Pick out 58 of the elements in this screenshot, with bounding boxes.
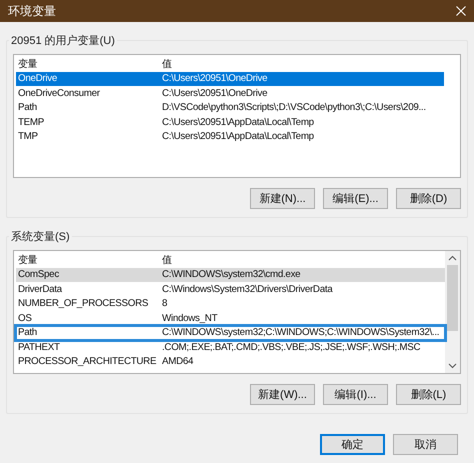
- scroll-down-icon[interactable]: [448, 361, 457, 370]
- scroll-thumb[interactable]: [447, 265, 458, 331]
- list-row[interactable]: OneDrive C:\Users\20951\OneDrive: [16, 72, 444, 86]
- list-row[interactable]: Path D:\VSCode\python3\Scripts\;D:\VSCode\python3\;C:\Users\209...: [16, 100, 444, 115]
- action-button[interactable]: 新建(W)...: [250, 384, 315, 405]
- variable-name: OneDriveConsumer: [17, 88, 101, 99]
- variable-value: C:\Windows\System32\Drivers\DriverData: [161, 284, 334, 295]
- list-row[interactable]: OS Windows_NT: [16, 311, 445, 326]
- column-header[interactable]: 变量: [16, 58, 160, 71]
- variable-value: C:\Users\20951\OneDrive: [161, 88, 268, 99]
- cancel-button[interactable]: 取消: [393, 434, 458, 455]
- highlighted-list-row[interactable]: Path C:\WINDOWS\system32;C:\WINDOWS;C:\WINDOWS\System32\...: [16, 326, 445, 340]
- group-label: 系统变量(S): [9, 229, 72, 244]
- close-icon[interactable]: [456, 6, 466, 16]
- column-header[interactable]: 值: [160, 58, 444, 71]
- action-button[interactable]: 删除(L): [396, 384, 461, 405]
- variable-name: PATHEXT: [17, 342, 61, 353]
- variable-name: TMP: [17, 131, 39, 142]
- variable-value: C:\Users\20951\AppData\Local\Temp: [161, 131, 315, 142]
- list-row[interactable]: TMP C:\Users\20951\AppData\Local\Temp: [16, 130, 444, 144]
- group-label: 20951 的用户变量(U): [9, 33, 117, 48]
- list-row[interactable]: OneDriveConsumer C:\Users\20951\OneDrive: [16, 86, 444, 100]
- variable-name: OneDrive: [17, 73, 58, 84]
- scrollbar[interactable]: [445, 251, 460, 373]
- list-row[interactable]: NUMBER_OF_PROCESSORS 8: [16, 296, 445, 311]
- variable-value: Windows_NT: [161, 312, 218, 324]
- list-row[interactable]: TEMP C:\Users\20951\AppData\Local\Temp: [16, 115, 444, 130]
- list-row[interactable]: PROCESSOR_ARCHITECTURE AMD64: [16, 354, 445, 369]
- variable-name: NUMBER_OF_PROCESSORS: [17, 298, 150, 310]
- list-row[interactable]: ComSpec C:\WINDOWS\system32\cmd.exe: [16, 268, 445, 282]
- variable-name: Path: [17, 327, 38, 338]
- variable-name: TEMP: [17, 116, 46, 128]
- variable-name: DriverData: [17, 284, 63, 295]
- variable-value: C:\WINDOWS\system32\cmd.exe: [161, 269, 302, 280]
- ok-button[interactable]: 确定: [320, 434, 385, 455]
- variable-value: .COM;.EXE;.BAT;.CMD;.VBS;.VBE;.JS;.JSE;.WSF;.WSH;.MSC: [161, 342, 422, 353]
- variable-value: AMD64: [161, 356, 194, 368]
- action-button[interactable]: 删除(D): [396, 188, 461, 209]
- variable-name: OS: [17, 312, 33, 324]
- action-button[interactable]: 新建(N)...: [250, 188, 315, 209]
- variable-list[interactable]: [13, 250, 461, 374]
- variable-name: ComSpec: [17, 269, 60, 280]
- column-header[interactable]: 值: [160, 254, 445, 267]
- column-header[interactable]: 变量: [16, 254, 160, 267]
- action-button[interactable]: 编辑(I)...: [323, 384, 388, 405]
- action-button[interactable]: 编辑(E)...: [323, 188, 388, 209]
- window-title: 环境变量: [8, 2, 56, 20]
- list-row[interactable]: PATHEXT .COM;.EXE;.BAT;.CMD;.VBS;.VBE;.JS;.JSE;.WSF;.WSH;.MSC: [16, 340, 445, 354]
- variable-list[interactable]: [13, 54, 461, 178]
- variable-value: C:\Users\20951\AppData\Local\Temp: [161, 116, 315, 128]
- variable-value: C:\Users\20951\OneDrive: [161, 73, 268, 84]
- variable-value: C:\WINDOWS\system32;C:\WINDOWS;C:\WINDOWS\System32\...: [161, 327, 440, 338]
- scroll-up-icon[interactable]: [448, 254, 457, 263]
- variable-name: Path: [17, 102, 38, 114]
- variable-value: 8: [161, 298, 168, 310]
- variable-name: PROCESSOR_ARCHITECTURE: [17, 356, 158, 368]
- variable-value: D:\VSCode\python3\Scripts\;D:\VSCode\python3\;C:\Users\209...: [161, 102, 427, 114]
- list-row[interactable]: DriverData C:\Windows\System32\Drivers\DriverData: [16, 282, 445, 296]
